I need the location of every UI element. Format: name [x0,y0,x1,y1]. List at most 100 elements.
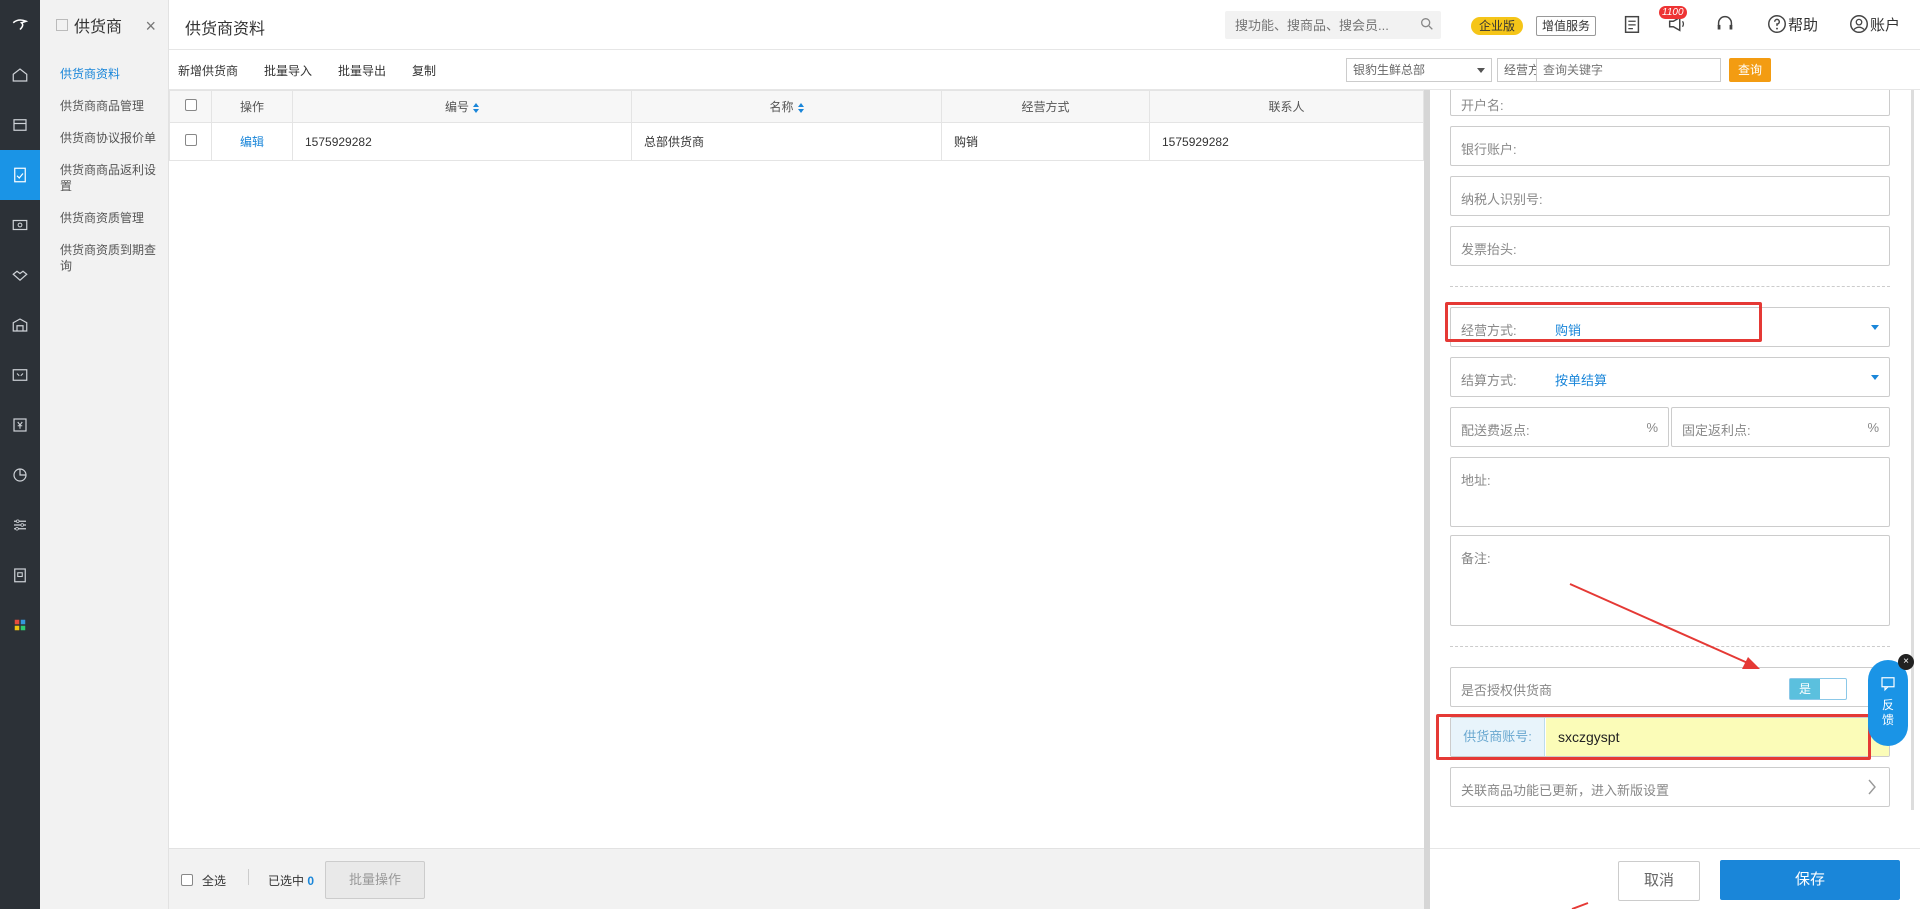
row-checkbox[interactable] [184,134,197,146]
authorize-supplier-label: 是否授权供货商 [1461,683,1553,698]
batch-export-button[interactable]: 批量导出 [338,62,386,79]
task-button[interactable] [1621,13,1643,35]
document-icon [14,167,26,183]
supplier-edit-panel: 开户名: 银行账户: 纳税人识别号: 发票抬头: 经营方式: 购销 结算方式: … [1430,90,1920,848]
toggle-on-label: 是 [1790,679,1820,699]
table-footer: 全选 已选中 0 批量操作 [169,848,1424,909]
settlement-select[interactable]: 结算方式: 按单结算 [1450,357,1890,397]
apps-grid-icon [14,619,26,631]
row-mode: 购销 [941,122,1150,161]
main-nav-rail [0,0,40,909]
user-icon [1850,15,1868,33]
nav-purchase[interactable] [0,150,40,200]
nav-apps[interactable] [0,600,40,650]
logo-icon [12,19,29,31]
headset-icon [1717,15,1733,30]
yuan-icon [13,418,27,432]
nav-home[interactable] [0,50,40,100]
top-header: 供货商资料 企业版 增值服务 1100 帮助 账户 [169,0,1920,50]
help-button[interactable]: 帮助 [1766,13,1818,35]
nav-settings[interactable] [0,500,40,550]
handshake-icon [12,270,28,282]
page-title: 供货商资料 [185,21,266,38]
table-row[interactable]: 编辑 1575929282 总部供货商 购销 1575929282 [169,122,1424,161]
edition-badge[interactable]: 企业版 [1471,17,1524,35]
highlight-box [1445,302,1762,342]
percent-sign: % [1867,420,1879,435]
header-checkbox-cell [169,90,212,123]
nav-partner[interactable] [0,250,40,300]
nav-cash[interactable] [0,200,40,250]
nav-report[interactable] [0,350,40,400]
column-header-name[interactable]: 名称 [631,90,942,123]
nav-finance[interactable] [0,400,40,450]
nav-warehouse[interactable] [0,300,40,350]
highlight-box [1436,714,1871,760]
chevron-right-icon [1868,779,1876,795]
add-supplier-button[interactable]: 新增供货商 [178,62,238,79]
query-button[interactable]: 查询 [1729,58,1771,82]
row-checkbox-cell [169,122,212,161]
select-all-checkbox[interactable] [184,99,197,111]
authorize-toggle[interactable]: 是 [1789,678,1847,700]
close-icon[interactable]: × [145,16,156,37]
bank-account-label: 银行账户: [1461,142,1517,157]
section-divider [1450,286,1890,287]
related-goods-notice: 关联商品功能已更新，进入新版设置 [1461,783,1670,798]
global-search-input[interactable] [1225,11,1441,39]
row-action-cell: 编辑 [211,122,293,161]
support-button[interactable] [1714,13,1736,35]
wallet-icon [12,219,28,231]
sidebar-item-supplier-info[interactable]: 供货商资料 [40,66,168,82]
nav-clipboard[interactable] [0,550,40,600]
app-logo[interactable] [0,0,40,50]
keyword-input[interactable] [1536,58,1721,82]
sort-icon[interactable] [797,102,804,113]
sidebar-item-qualification-expiry[interactable]: 供货商资质到期查询 [40,242,168,274]
batch-import-button[interactable]: 批量导入 [264,62,312,79]
fixed-rebate-field[interactable]: 固定返利点: % [1671,407,1890,447]
panel-scrollbar[interactable] [1911,90,1914,810]
sidebar-item-goods-rebate[interactable]: 供货商商品返利设置 [40,162,168,194]
sort-icon[interactable] [473,102,479,113]
row-name: 总部供货商 [631,122,942,161]
module-title: 供货商 [74,19,123,36]
copy-button[interactable]: 复制 [412,62,436,79]
clipboard-list-icon [1624,15,1640,33]
related-goods-link[interactable]: 关联商品功能已更新，进入新版设置 [1450,767,1890,807]
edit-link[interactable]: 编辑 [240,135,264,149]
batch-operation-button[interactable]: 批量操作 [325,861,425,899]
feedback-button[interactable]: 反馈 × [1868,654,1914,746]
chevron-down-icon [1871,375,1879,380]
vas-badge[interactable]: 增值服务 [1536,16,1597,36]
address-field[interactable]: 地址: [1450,457,1890,527]
search-icon[interactable] [1419,16,1435,32]
authorize-supplier-row: 是否授权供货商 是 [1450,667,1890,707]
chat-icon [1881,677,1895,692]
save-button[interactable]: 保存 [1720,860,1900,900]
footer-select-all-checkbox[interactable] [181,874,193,886]
cancel-button[interactable]: 取消 [1618,861,1700,901]
nav-store[interactable] [0,100,40,150]
account-name-field[interactable]: 开户名: [1450,90,1890,116]
column-header-mode: 经营方式 [941,90,1150,123]
nav-analytics[interactable] [0,450,40,500]
bank-account-field[interactable]: 银行账户: [1450,126,1890,166]
delivery-rebate-field[interactable]: 配送费返点: % [1450,407,1669,447]
close-icon[interactable]: × [1898,654,1914,670]
sidebar-item-agreement-quote[interactable]: 供货商协议报价单 [40,130,168,146]
account-button[interactable]: 账户 [1848,13,1900,35]
help-label: 帮助 [1788,16,1819,34]
org-select[interactable]: 银豹生鲜总部 [1346,58,1492,82]
sub-sidebar: 供货商 × 供货商资料 供货商商品管理 供货商协议报价单 供货商商品返利设置 供… [40,0,169,909]
warehouse-icon [12,318,28,332]
invoice-title-field[interactable]: 发票抬头: [1450,226,1890,266]
section-divider [1450,646,1890,647]
column-header-code[interactable]: 编号 [292,90,632,123]
column-header-contact: 联系人 [1149,90,1424,123]
tax-id-field[interactable]: 纳税人识别号: [1450,176,1890,216]
remark-field[interactable]: 备注: [1450,535,1890,626]
sidebar-item-qualification[interactable]: 供货商资质管理 [40,210,168,226]
sidebar-item-supplier-goods[interactable]: 供货商商品管理 [40,98,168,114]
selected-label: 已选中 [268,874,305,888]
